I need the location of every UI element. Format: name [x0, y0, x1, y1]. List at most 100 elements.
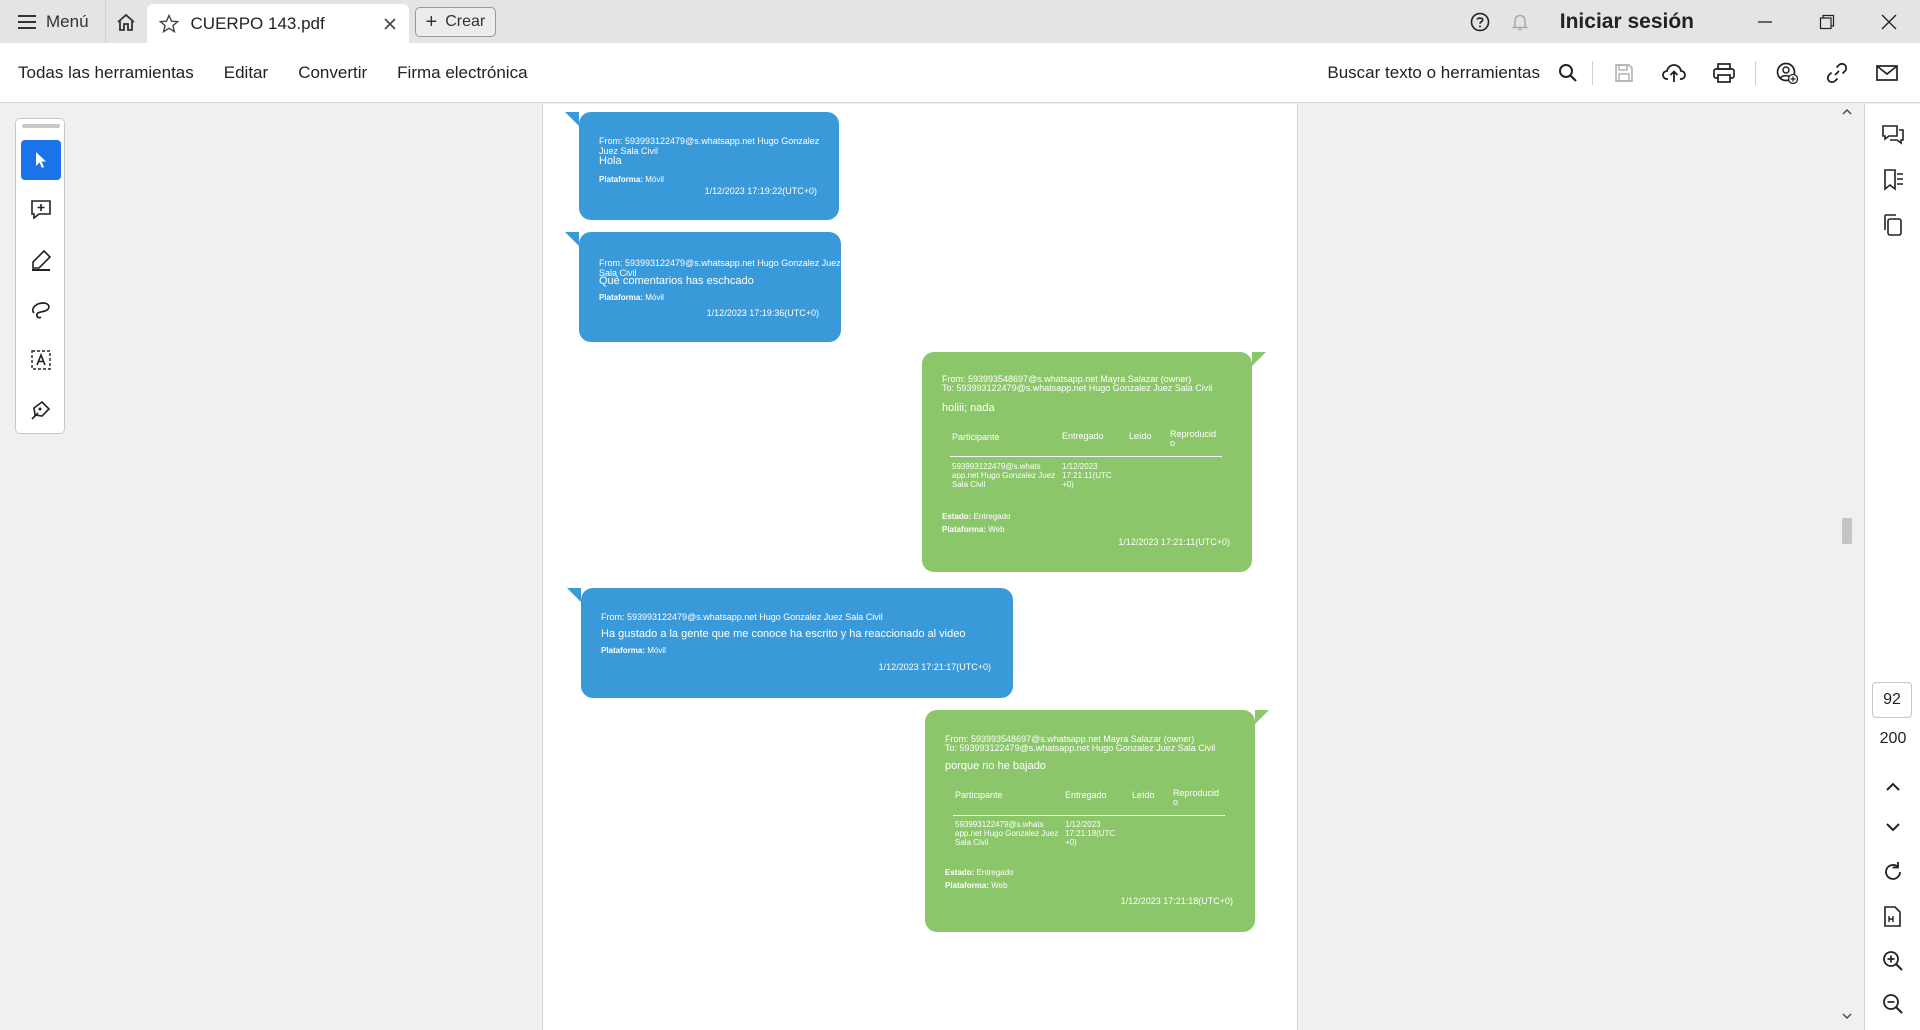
zoom-out-button[interactable] — [1878, 989, 1908, 1019]
page-fit-button[interactable] — [1878, 902, 1908, 932]
table-cell-participant: 593993122479@s.whats app.net Hugo Gonzal… — [955, 820, 1059, 847]
status-value: Entregado — [976, 868, 1014, 877]
bookmarks-panel-button[interactable] — [1878, 165, 1908, 195]
copy-link-button[interactable] — [1812, 53, 1862, 93]
sign-in-link[interactable]: Iniciar sesión — [1560, 10, 1694, 34]
restore-button[interactable] — [1796, 0, 1858, 43]
draw-tool-button[interactable] — [21, 290, 61, 330]
page-number-input[interactable]: 92 — [1872, 682, 1912, 718]
platform-value: Móvil — [647, 646, 666, 655]
message-status: Estado: Entregado — [942, 512, 1011, 521]
table-cell-delivered: 1/12/2023 17:21:11(UTC +0) — [1062, 462, 1112, 489]
minimize-button[interactable] — [1734, 0, 1796, 43]
text-box-tool-button[interactable] — [21, 340, 61, 380]
sign-tool-button[interactable] — [21, 390, 61, 430]
document-tab[interactable]: CUERPO 143.pdf — [146, 4, 409, 43]
message-timestamp: 1/12/2023 17:19:36(UTC+0) — [706, 308, 819, 318]
quick-tools-panel — [15, 118, 65, 434]
select-tool-button[interactable] — [21, 140, 61, 180]
scroll-up-icon[interactable] — [1842, 108, 1852, 116]
comments-panel-button[interactable] — [1878, 120, 1908, 150]
document-viewport[interactable]: From: 593993122479@s.whatsapp.net Hugo G… — [0, 104, 1844, 1030]
previous-page-button[interactable] — [1878, 772, 1908, 802]
next-page-button[interactable] — [1878, 812, 1908, 842]
cloud-upload-icon — [1662, 63, 1686, 82]
page-thumbnails-icon — [1884, 214, 1902, 236]
bubble-tail — [565, 232, 579, 246]
help-button[interactable] — [1460, 12, 1500, 32]
table-cell-participant: 593993122479@s.whats app.net Hugo Gonzal… — [952, 462, 1056, 489]
rotate-button[interactable] — [1878, 857, 1908, 887]
message-timestamp: 1/12/2023 17:19:22(UTC+0) — [704, 186, 817, 196]
toolbar-divider — [1592, 60, 1593, 85]
message-bubble-incoming: From: 593993122479@s.whatsapp.net Hugo G… — [567, 588, 1013, 698]
message-bubble-outgoing: From: 593993548697@s.whatsapp.net Mayra … — [922, 352, 1266, 572]
notifications-button[interactable] — [1500, 12, 1540, 32]
message-text: porque no he bajado — [945, 760, 1046, 772]
page-fit-icon — [1884, 906, 1901, 927]
message-bubble-incoming: From: 593993122479@s.whatsapp.net Hugo G… — [565, 112, 839, 220]
status-label: Estado: — [942, 512, 972, 521]
print-button[interactable] — [1699, 53, 1749, 93]
table-cell-delivered: 1/12/2023 17:21:18(UTC +0) — [1065, 820, 1116, 847]
bubble-tail — [567, 588, 581, 602]
chevron-up-icon — [1886, 782, 1900, 791]
freehand-draw-icon — [31, 302, 50, 319]
drag-handle[interactable] — [22, 124, 60, 128]
table-header-participant: Participante — [955, 790, 1003, 800]
cursor-arrow-icon — [36, 152, 46, 168]
zoom-in-button[interactable] — [1878, 946, 1908, 976]
home-icon — [117, 13, 135, 31]
menu-convert[interactable]: Convertir — [298, 63, 367, 83]
add-comment-icon — [31, 200, 51, 220]
message-text: holiii; nada — [942, 402, 995, 414]
scrollbar-thumb[interactable] — [1842, 518, 1852, 544]
save-button[interactable] — [1599, 53, 1649, 93]
page-total: 200 — [1879, 730, 1907, 747]
menu-all-tools[interactable]: Todas las herramientas — [18, 63, 194, 83]
bubble-tail — [1252, 352, 1266, 366]
menu-button[interactable]: Menú — [0, 0, 105, 43]
right-side-panel: 92 200 — [1864, 104, 1920, 1030]
star-icon[interactable] — [158, 13, 179, 34]
minimize-icon — [1758, 20, 1772, 23]
search-tools-label[interactable]: Buscar texto o herramientas — [1327, 63, 1540, 83]
zoom-in-icon — [1883, 951, 1903, 971]
message-text: Hola — [599, 155, 622, 167]
close-tab-icon[interactable] — [383, 17, 397, 31]
search-button[interactable] — [1550, 53, 1586, 93]
pen-signature-icon — [31, 400, 51, 420]
toolbar-divider — [1755, 60, 1756, 85]
vertical-scrollbar[interactable] — [1840, 104, 1854, 1030]
message-timestamp: 1/12/2023 17:21:18(UTC+0) — [1120, 896, 1233, 906]
upload-button[interactable] — [1649, 53, 1699, 93]
home-button[interactable] — [104, 0, 147, 43]
pages-panel-button[interactable] — [1878, 210, 1908, 240]
message-from: From: 593993122479@s.whatsapp.net Hugo G… — [599, 136, 820, 156]
message-timestamp: 1/12/2023 17:21:11(UTC+0) — [1118, 537, 1230, 547]
add-comment-tool-button[interactable] — [21, 190, 61, 230]
menu-edit[interactable]: Editar — [224, 63, 268, 83]
help-icon — [1470, 12, 1490, 31]
title-bar: Menú CUERPO 143.pdf + Crear Iniciar sesi… — [0, 0, 1920, 43]
message-bubble-outgoing: From: 593993548697@s.whatsapp.net Mayra … — [925, 710, 1269, 932]
email-button[interactable] — [1862, 53, 1912, 93]
menu-e-signature[interactable]: Firma electrónica — [397, 63, 527, 83]
message-from: From: 593993122479@s.whatsapp.net Hugo G… — [601, 612, 883, 622]
highlight-tool-button[interactable] — [21, 240, 61, 280]
message-status: Estado: Entregado — [945, 868, 1014, 877]
scroll-down-icon[interactable] — [1842, 1012, 1852, 1020]
zoom-out-icon — [1883, 994, 1903, 1014]
bubble-tail — [565, 112, 579, 126]
menu-label: Menú — [46, 11, 89, 31]
rotate-icon — [1885, 862, 1901, 880]
close-window-button[interactable] — [1858, 0, 1920, 43]
highlighter-icon — [32, 249, 52, 271]
platform-value: Móvil — [645, 293, 664, 302]
message-timestamp: 1/12/2023 17:21:17(UTC+0) — [878, 662, 991, 672]
save-icon — [1615, 63, 1633, 82]
main-toolbar: Todas las herramientas Editar Convertir … — [0, 43, 1920, 103]
status-label: Estado: — [945, 868, 975, 877]
share-user-button[interactable] — [1762, 53, 1812, 93]
create-button[interactable]: + Crear — [414, 6, 497, 37]
